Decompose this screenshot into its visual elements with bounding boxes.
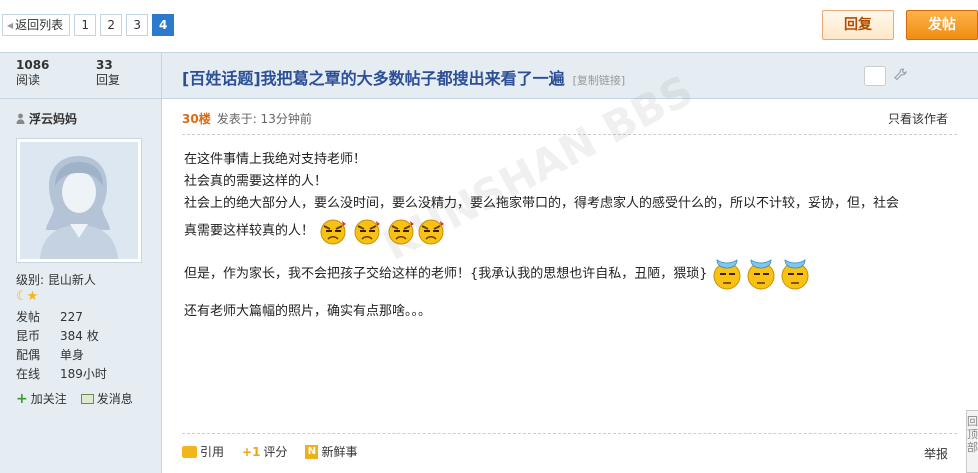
thread-title: [百姓话题]我把葛之覃的大多数帖子都搜出来看了一遍 [复制链接] [182, 65, 625, 89]
post-line: 社会真的需要这样的人！ [184, 174, 328, 189]
author-actions: + 加关注 发消息 [16, 390, 133, 407]
back-to-list-label: 返回列表 [15, 18, 64, 32]
follow-label: 加关注 [30, 392, 67, 406]
rate-label: 评分 [263, 445, 288, 459]
thread-header: 1086 阅读 33 回复 [百姓话题]我把葛之覃的大多数帖子都搜出来看了一遍[… [0, 52, 978, 99]
stat-key: 在线 [16, 367, 41, 381]
divider [182, 134, 957, 135]
author-name-text: 浮云妈妈 [29, 112, 78, 126]
pagination: ◀ 返回列表 1 2 3 4 [2, 14, 175, 36]
page-current: 4 [152, 14, 175, 36]
newsfeed-label: 新鲜事 [321, 445, 358, 459]
post-line-with-emoticons: 真需要这样较真的人！ [184, 215, 960, 247]
views-stat: 1086 阅读 [16, 58, 76, 88]
stat-value: 189小时 [60, 367, 107, 381]
replies-count: 33 [96, 58, 113, 72]
new-post-button[interactable]: 发帖 [906, 10, 978, 40]
mail-icon [80, 393, 94, 404]
page-link-2[interactable]: 2 [100, 14, 123, 36]
stat-key: 发帖 [16, 310, 41, 324]
stat-value: 384 枚 [60, 329, 99, 343]
wrench-icon[interactable] [892, 67, 910, 85]
level-value[interactable]: 昆山新人 [48, 273, 96, 287]
only-author-link[interactable]: 只看该作者 [888, 110, 948, 127]
divider [161, 53, 162, 99]
avatar-placeholder [20, 142, 138, 259]
select-checkbox[interactable] [864, 66, 886, 86]
back-to-list-button[interactable]: ◀ 返回列表 [2, 14, 71, 36]
stat-row: 配偶 单身 [16, 346, 156, 365]
quote-icon [182, 445, 197, 458]
replies-stat: 33 回复 [96, 58, 156, 88]
top-toolbar: ◀ 返回列表 1 2 3 4 回复 发帖 [0, 0, 978, 52]
rate-icon: +1 [242, 444, 261, 459]
newsfeed-icon: N [305, 444, 319, 459]
moon-icon: ☾ [16, 289, 28, 304]
quote-button[interactable]: 引用 [182, 443, 224, 460]
views-count: 1086 [16, 58, 50, 72]
post-line-text: 但是，作为家长，我不会把孩子交给这样的老师！{我承认我的思想也许自私，丑陋，猥琐… [184, 266, 708, 282]
angry-emoticon-icon [320, 219, 446, 245]
stat-key: 配偶 [16, 348, 41, 362]
author-level: 级别: 昆山新人 [16, 271, 96, 288]
post-time: 发表于: 13分钟前 [216, 112, 312, 126]
post-line-with-emoticons: 但是，作为家长，我不会把孩子交给这样的老师！{我承认我的思想也许自私，丑陋，猥琐… [184, 257, 960, 291]
level-label: 级别: [16, 273, 45, 287]
stat-row: 发帖 227 [16, 308, 156, 327]
rank-icons: ☾★ [16, 289, 39, 304]
post-line: 还有老师大篇幅的照片，确实有点那啥。。。 [184, 304, 432, 319]
post-actions: 引用 +1 评分 N 新鲜事 [182, 443, 357, 460]
message-label: 发消息 [96, 392, 133, 406]
stat-row: 昆币 384 枚 [16, 327, 156, 346]
rate-button[interactable]: +1 评分 [242, 443, 287, 460]
send-message-button[interactable]: 发消息 [80, 390, 133, 407]
avatar[interactable] [16, 138, 142, 263]
stat-value: 单身 [60, 348, 85, 362]
post-content: 在这件事情上我绝对支持老师！ 社会真的需要这样的人！ 社会上的绝大部分人，要么没… [184, 149, 960, 323]
author-sidebar: 浮云妈妈 级别: 昆山新人 ☾★ 发帖 227 昆币 384 枚 配偶 单身 在线 18… [0, 99, 162, 473]
post-line: 在这件事情上我绝对支持老师！ [184, 152, 367, 167]
default-avatar-icon [20, 142, 138, 259]
stat-value: 227 [60, 310, 83, 324]
replies-label: 回复 [96, 73, 121, 87]
copy-link[interactable]: [复制链接] [573, 74, 626, 87]
quote-label: 引用 [200, 445, 225, 459]
post-line-text: 真需要这样较真的人！ [184, 223, 315, 239]
follow-button[interactable]: + 加关注 [16, 390, 67, 407]
stat-row: 在线 189小时 [16, 365, 156, 384]
stat-key: 昆币 [16, 329, 41, 343]
user-icon [16, 113, 25, 124]
author-name[interactable]: 浮云妈妈 [16, 110, 77, 127]
views-label: 阅读 [16, 73, 41, 87]
page-link-1[interactable]: 1 [74, 14, 97, 36]
plus-icon: + [16, 390, 28, 407]
newsfeed-button[interactable]: N 新鲜事 [305, 443, 357, 460]
reply-button[interactable]: 回复 [822, 10, 894, 40]
post-line: 社会上的绝大部分人，要么没时间，要么没精力，要么拖家带口的，得考虑家人的感受什么… [184, 196, 900, 211]
page-link-3[interactable]: 3 [126, 14, 149, 36]
post-meta: 30楼 发表于: 13分钟前 [182, 110, 312, 127]
report-link[interactable]: 举报 [924, 445, 948, 462]
star-icon: ★ [26, 289, 39, 304]
divider [182, 433, 957, 434]
author-stats: 发帖 227 昆币 384 枚 配偶 单身 在线 189小时 [16, 308, 156, 384]
chevron-left-icon: ◀ [7, 21, 14, 30]
back-to-top-button[interactable]: 回顶部 [966, 410, 978, 473]
cold-sweat-emoticon-icon [713, 259, 809, 290]
thread-title-text: [百姓话题]我把葛之覃的大多数帖子都搜出来看了一遍 [182, 69, 565, 88]
floor-number[interactable]: 30楼 [182, 110, 211, 127]
